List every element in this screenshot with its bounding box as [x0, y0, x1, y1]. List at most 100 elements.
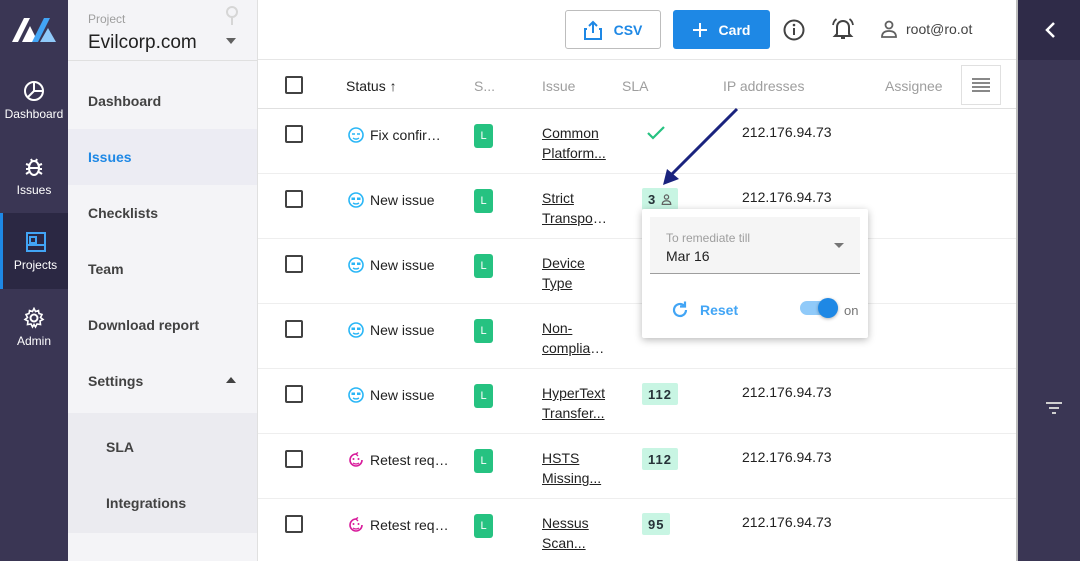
project-selector[interactable]: Evilcorp.com — [88, 32, 197, 54]
rail-label-admin: Admin — [16, 333, 51, 348]
rail-item-projects[interactable]: Projects — [0, 213, 68, 289]
nav-item-sla[interactable]: SLA — [68, 419, 257, 475]
sla-badge[interactable]: 112 — [642, 448, 678, 470]
table-row[interactable]: Retest required L HSTSMissing... 112 212… — [258, 434, 1016, 499]
nav-item-download-report[interactable]: Download report — [68, 297, 257, 353]
rail-item-admin[interactable]: Admin — [0, 289, 68, 365]
table-row[interactable]: New issue L Device Type — [258, 239, 1016, 304]
toggle-label: on — [844, 303, 859, 318]
row-status: New issue — [348, 257, 458, 273]
fix-confirmed-icon — [348, 127, 364, 143]
new-issue-icon — [348, 192, 364, 208]
top-bar: CSV Card root@ro.ot — [258, 0, 1016, 60]
retest-icon — [349, 517, 363, 532]
chevron-up-icon[interactable] — [226, 377, 236, 383]
table-row[interactable]: New issue L Strict Transpor... 3 212.176.… — [258, 174, 1016, 239]
row-status: New issue — [348, 387, 458, 403]
chevron-down-icon[interactable] — [226, 38, 236, 44]
issue-link[interactable]: Device Type — [542, 253, 608, 293]
collapse-drawer-button[interactable] — [1018, 0, 1080, 60]
nav-item-team[interactable]: Team — [68, 241, 257, 297]
reset-button[interactable]: Reset — [670, 300, 738, 320]
remediate-date-select[interactable]: To remediate till Mar 16 — [650, 217, 860, 274]
chevron-left-icon — [1045, 22, 1055, 38]
status-text: New issue — [370, 387, 435, 403]
row-checkbox[interactable] — [285, 125, 303, 143]
plus-icon — [692, 22, 707, 37]
severity-badge: L — [474, 384, 493, 408]
column-assignee[interactable]: Assignee — [885, 78, 943, 94]
column-severity[interactable]: S... — [474, 78, 495, 94]
column-ip[interactable]: IP addresses — [723, 78, 804, 94]
filter-icon[interactable] — [1046, 402, 1062, 414]
user-icon — [661, 193, 672, 205]
select-all-checkbox[interactable] — [285, 76, 303, 94]
nav-item-issues[interactable]: Issues — [68, 129, 257, 185]
sla-badge[interactable]: 112 — [642, 383, 678, 405]
row-status: Fix confirmed — [348, 127, 458, 143]
annotation-arrow — [663, 107, 739, 185]
row-checkbox[interactable] — [285, 515, 303, 533]
nav-item-dashboard[interactable]: Dashboard — [68, 73, 257, 129]
status-text: Fix confirmed — [370, 127, 452, 143]
nav-item-integrations[interactable]: Integrations — [68, 475, 257, 531]
rail-label-dashboard: Dashboard — [4, 106, 64, 121]
sla-toggle[interactable] — [800, 298, 838, 318]
issue-link[interactable]: HSTS Missing... — [542, 448, 608, 488]
user-icon — [881, 20, 897, 38]
rail-label-projects: Projects — [13, 257, 58, 272]
reset-label: Reset — [700, 302, 739, 318]
column-issue[interactable]: Issue — [542, 78, 575, 94]
info-icon[interactable] — [782, 18, 806, 42]
sla-badge[interactable]: 95 — [642, 513, 671, 535]
user-menu[interactable]: root@ro.ot — [880, 20, 972, 38]
issue-link[interactable]: Strict Transpor... — [542, 188, 608, 228]
issue-link[interactable]: HyperText Transfer... — [542, 383, 608, 423]
rail-item-dashboard[interactable]: Dashboard — [0, 62, 68, 138]
user-email: root@ro.ot — [906, 21, 973, 37]
divider — [68, 60, 258, 61]
app-logo[interactable] — [10, 14, 58, 46]
nav-item-checklists[interactable]: Checklists — [68, 185, 257, 241]
ip-address: 212.176.94.73 — [742, 514, 832, 530]
gear-icon — [23, 306, 45, 329]
add-card-button[interactable]: Card — [673, 10, 770, 49]
new-issue-icon — [348, 257, 364, 273]
table-row[interactable]: New issue L HyperText Transfer... 112 212… — [258, 369, 1016, 434]
bell-icon[interactable] — [830, 16, 856, 42]
project-caption: Project — [88, 12, 126, 26]
pin-icon[interactable] — [224, 6, 240, 26]
column-sla[interactable]: SLA — [622, 78, 648, 94]
row-status: New issue — [348, 322, 458, 338]
dashboard-icon — [24, 80, 44, 101]
column-status[interactable]: Status ↑ — [346, 78, 397, 94]
row-checkbox[interactable] — [285, 385, 303, 403]
issue-link[interactable]: Non-complian... — [542, 318, 608, 358]
severity-badge: L — [474, 124, 493, 148]
columns-button[interactable] — [961, 65, 1001, 105]
status-text: New issue — [370, 257, 435, 273]
issue-link[interactable]: Nessus Scan... — [542, 513, 608, 553]
row-checkbox[interactable] — [285, 450, 303, 468]
row-checkbox[interactable] — [285, 190, 303, 208]
severity-badge: L — [474, 449, 493, 473]
issue-link[interactable]: Common Platform... — [542, 123, 608, 163]
rail-label-issues: Issues — [16, 182, 52, 197]
export-icon — [583, 20, 602, 40]
card-label: Card — [718, 21, 751, 38]
table-row[interactable]: Fix confirmed L Common Platform... 212.17… — [258, 109, 1016, 174]
rail-item-issues[interactable]: Issues — [0, 138, 68, 214]
toggle-knob — [818, 298, 838, 318]
row-status: New issue — [348, 192, 458, 208]
status-text: Retest required — [370, 517, 452, 533]
table-row[interactable]: Retest required L NessusScan... 95 212.1… — [258, 499, 1016, 561]
export-csv-button[interactable]: CSV — [565, 10, 661, 49]
sla-popup: To remediate till Mar 16 Reset on — [642, 209, 868, 338]
row-checkbox[interactable] — [285, 255, 303, 273]
table-row[interactable]: New issue L Non-complian... — [258, 304, 1016, 369]
row-checkbox[interactable] — [285, 320, 303, 338]
sla-badge[interactable]: 3 — [642, 188, 679, 210]
menu-icon — [972, 78, 990, 92]
refresh-icon — [672, 301, 688, 318]
ip-address: 212.176.94.73 — [742, 124, 832, 140]
